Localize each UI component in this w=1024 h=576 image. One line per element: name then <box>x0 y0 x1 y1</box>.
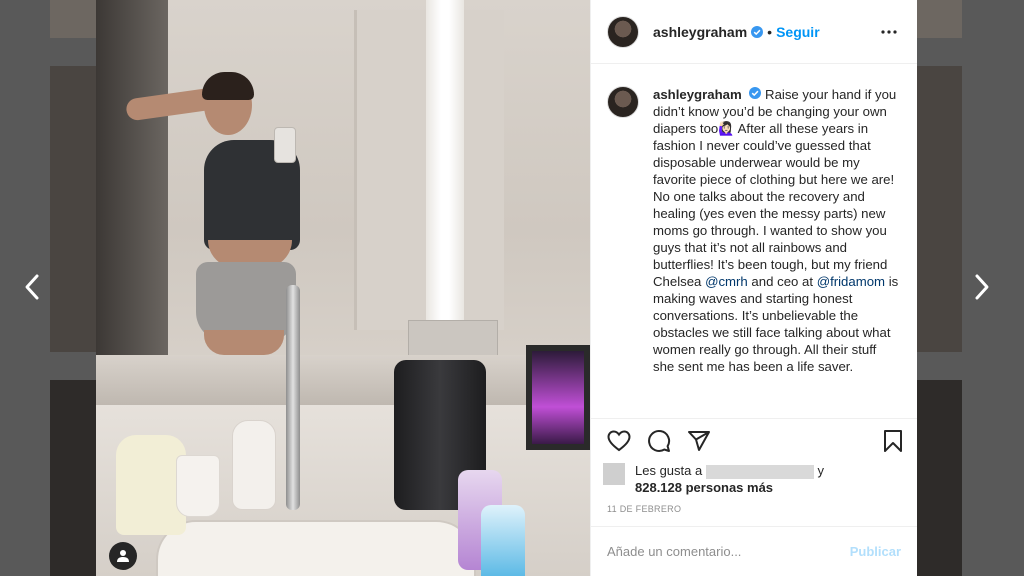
post-header: ashleygraham • Seguir <box>591 0 917 64</box>
liker-name-redacted <box>705 464 814 479</box>
background-thumbnail <box>50 380 96 576</box>
user-tag-button[interactable] <box>109 542 137 570</box>
photo-scene <box>156 520 476 576</box>
avatar[interactable] <box>607 15 639 48</box>
avatar[interactable] <box>607 86 639 118</box>
heart-icon <box>607 429 631 451</box>
photo-scene <box>274 127 296 163</box>
photo-scene <box>232 420 276 510</box>
photo-scene <box>426 0 464 330</box>
comment-button[interactable] <box>643 421 683 461</box>
post-photo[interactable] <box>96 0 590 576</box>
username-link[interactable]: ashleygraham <box>653 24 747 40</box>
likes-summary: Les gusta a y 828.128 personas más <box>591 462 917 496</box>
background-thumbnail <box>917 0 962 38</box>
caption-body: and ceo at <box>747 274 817 289</box>
likes-prefix: Les gusta a <box>635 463 703 478</box>
separator-dot: • <box>767 23 773 40</box>
caption: ashleygraham Raise your hand if you didn… <box>607 86 901 375</box>
chevron-left-icon <box>25 274 39 300</box>
liker-avatar[interactable] <box>603 463 625 485</box>
more-options-button[interactable] <box>877 20 901 44</box>
caption-username[interactable]: ashleygraham <box>653 87 742 102</box>
like-button[interactable] <box>603 421 643 461</box>
caption-text: ashleygraham Raise your hand if you didn… <box>653 86 901 375</box>
comment-box: Publicar <box>591 526 917 576</box>
photo-scene <box>176 455 220 517</box>
caption-area: ashleygraham Raise your hand if you didn… <box>591 64 917 414</box>
likes-count-link[interactable]: 828.128 personas más <box>607 479 901 496</box>
verified-badge-icon <box>751 25 764 38</box>
caption-body: is making waves and starting honest conv… <box>653 274 899 374</box>
user-tag-icon <box>117 550 129 562</box>
photo-scene <box>202 72 254 100</box>
publish-button[interactable]: Publicar <box>850 544 901 559</box>
previous-post-button[interactable] <box>20 272 44 302</box>
photo-scene <box>96 355 590 405</box>
save-button[interactable] <box>865 421 905 461</box>
bookmark-icon <box>884 429 902 452</box>
comment-input[interactable] <box>607 544 850 559</box>
follow-button[interactable]: Seguir <box>776 24 820 40</box>
photo-scene <box>481 505 525 576</box>
next-post-button[interactable] <box>970 272 994 302</box>
caption-body: Raise your hand if you didn’t know you’d… <box>653 87 897 289</box>
photo-scene <box>204 330 284 355</box>
mention-link[interactable]: @cmrh <box>705 274 748 289</box>
post-date[interactable]: 11 DE FEBRERO <box>591 496 917 526</box>
post-modal: ashleygraham • Seguir ashleygraham Raise… <box>96 0 917 576</box>
share-button[interactable] <box>683 421 723 461</box>
background-thumbnail <box>50 66 96 352</box>
background-thumbnail <box>917 380 962 576</box>
comment-icon <box>648 429 671 452</box>
action-bar <box>591 418 917 462</box>
chevron-right-icon <box>975 274 989 300</box>
mention-link[interactable]: @fridamom <box>817 274 885 289</box>
likes-suffix: y <box>817 463 824 478</box>
photo-scene <box>526 345 590 450</box>
photo-scene <box>286 285 300 510</box>
verified-badge-icon <box>749 87 762 99</box>
more-options-icon <box>881 29 897 34</box>
photo-scene <box>96 0 168 400</box>
background-thumbnail <box>917 66 962 352</box>
background-thumbnail <box>50 0 96 38</box>
share-icon <box>688 430 710 451</box>
post-side-panel: ashleygraham • Seguir ashleygraham Raise… <box>590 0 917 576</box>
